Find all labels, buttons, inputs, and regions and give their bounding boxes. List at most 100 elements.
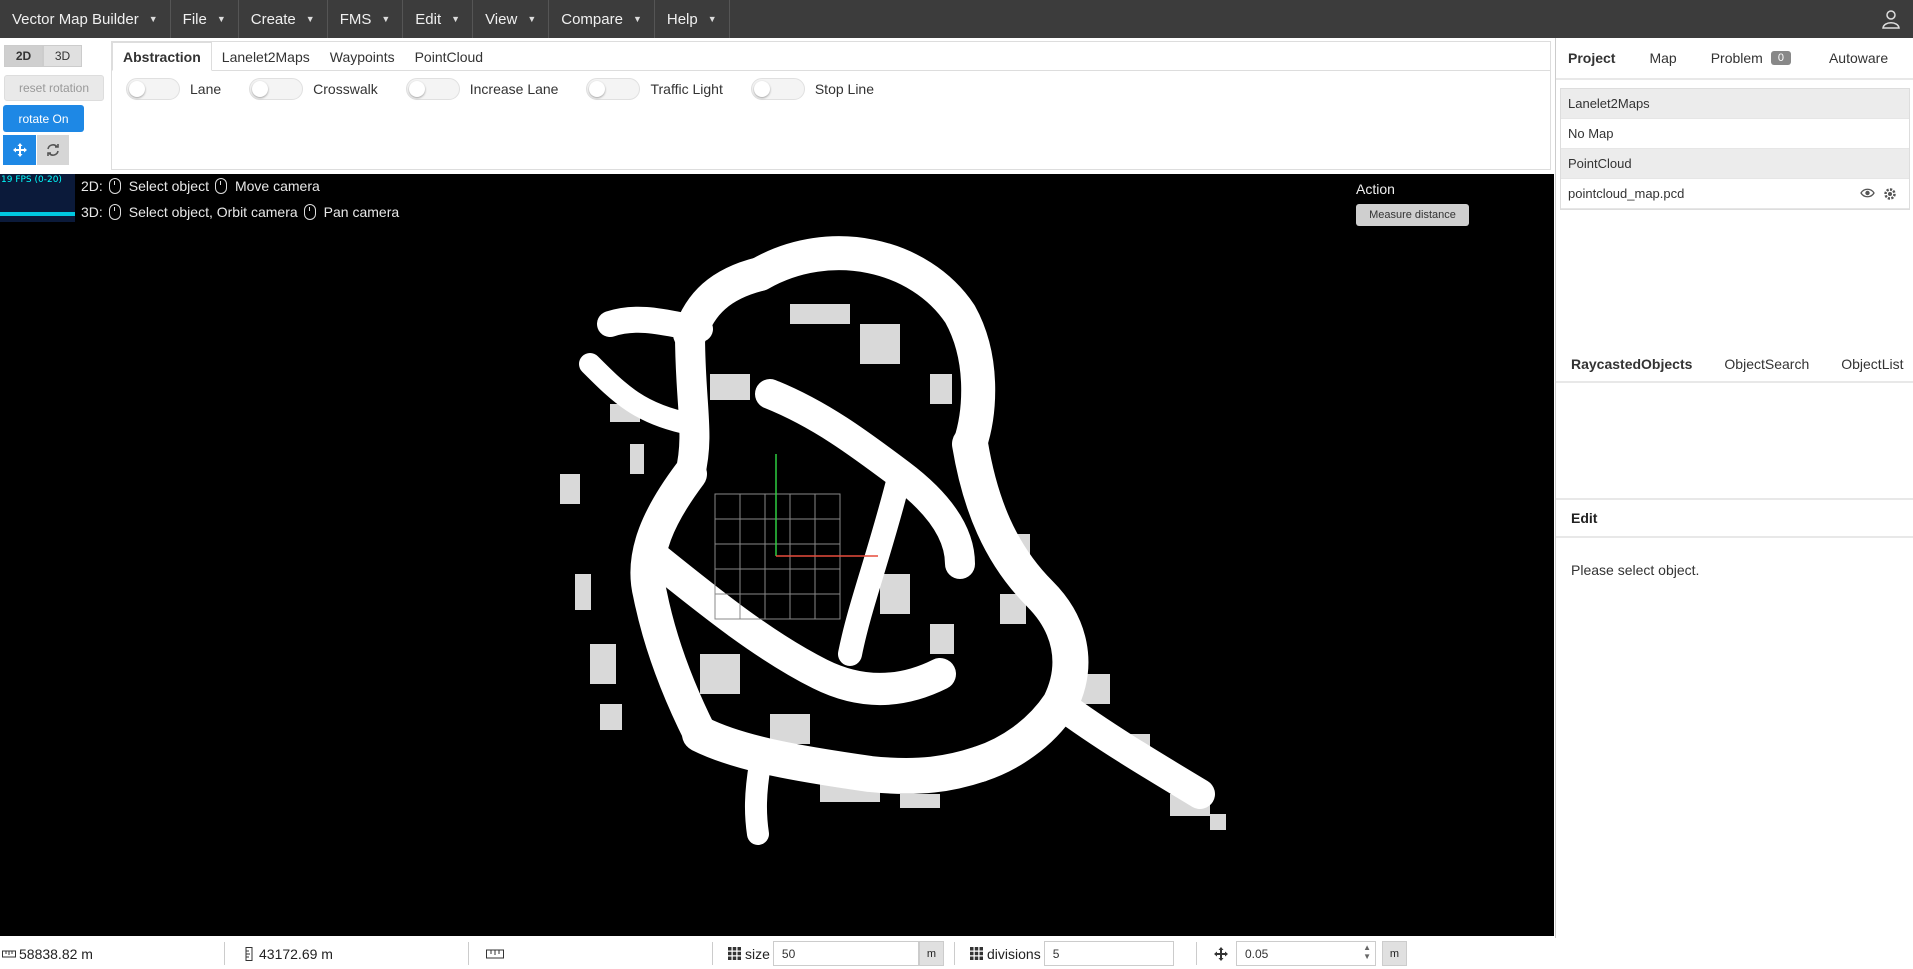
step-unit: m — [1382, 941, 1407, 966]
reset-rotation-button[interactable]: reset rotation — [4, 75, 104, 101]
menu-view[interactable]: View ▼ — [473, 0, 550, 38]
hint-3d-prefix: 3D: — [81, 204, 103, 220]
tab-problem[interactable]: Problem 0 — [1699, 50, 1803, 66]
divisions-label: divisions — [987, 945, 1041, 962]
toggle-increase-lane: Increase Lane — [405, 78, 559, 100]
hint-3d: 3D: Select object, Orbit camera Pan came… — [81, 204, 399, 220]
tab-project[interactable]: Project — [1556, 50, 1627, 66]
menu-bar: Vector Map Builder ▼ File ▼ Create ▼ FMS ▼ E… — [0, 0, 1913, 38]
right-click-icon — [214, 178, 227, 194]
user-icon[interactable] — [1881, 9, 1901, 29]
hint-2d: 2D: Select object Move camera — [81, 178, 320, 194]
grid-icon — [970, 947, 983, 960]
increase-lane-switch[interactable] — [405, 78, 460, 100]
view-3d-button[interactable]: 3D — [43, 45, 82, 67]
toggle-traffic-light: Traffic Light — [586, 78, 723, 100]
layer-toggles: Lane Crosswalk Increase Lane Traffic Lig… — [112, 71, 1550, 107]
caret-down-icon: ▼ — [707, 14, 717, 24]
create-tabs: Abstraction Lanelet2Maps Waypoints Point… — [112, 42, 1550, 71]
sync-icon — [47, 144, 59, 156]
pointcloud-map — [560, 236, 1226, 845]
hint-2d-move: Move camera — [234, 178, 320, 194]
edit-placeholder-message: Please select object. — [1571, 562, 1700, 578]
menu-edit[interactable]: Edit ▼ — [403, 0, 474, 38]
grid-icon — [728, 947, 741, 960]
caret-down-icon: ▼ — [305, 14, 315, 24]
eye-icon[interactable] — [1860, 187, 1875, 199]
divider — [468, 942, 469, 965]
menu-compare[interactable]: Compare ▼ — [549, 0, 655, 38]
spinner-icon[interactable]: ▲ ▼ — [1363, 943, 1371, 961]
menu-help[interactable]: Help ▼ — [655, 0, 730, 38]
menu-file[interactable]: File ▼ — [171, 0, 239, 38]
move-icon — [12, 143, 27, 157]
lanelet-value: No Map — [1561, 119, 1909, 149]
size-label: size — [745, 945, 770, 962]
tab-abstraction[interactable]: Abstraction — [112, 42, 212, 71]
project-map-list: Lanelet2Maps No Map PointCloud pointclou… — [1560, 88, 1910, 210]
caret-down-icon: ▼ — [527, 14, 537, 24]
lane-switch[interactable] — [126, 78, 180, 100]
right-click-icon — [303, 204, 316, 220]
increase-lane-label: Increase Lane — [469, 81, 559, 97]
size-input[interactable]: 50 — [772, 941, 919, 966]
gear-icon[interactable] — [1883, 187, 1897, 201]
crosswalk-switch[interactable] — [249, 78, 304, 100]
crosswalk-label: Crosswalk — [313, 81, 378, 97]
caret-down-icon: ▼ — [216, 14, 226, 24]
tab-autoware[interactable]: Autoware — [1817, 50, 1900, 66]
tab-object-search[interactable]: ObjectSearch — [1712, 356, 1821, 372]
width-readout: 58838.82 m — [2, 938, 93, 969]
edit-section-title: Edit — [1556, 498, 1913, 538]
left-click-icon — [108, 204, 121, 220]
menu-fms-label: FMS — [339, 10, 372, 28]
divider — [224, 942, 225, 965]
menu-create[interactable]: Create ▼ — [239, 0, 328, 38]
object-tabs: RaycastedObjects ObjectSearch ObjectList — [1556, 347, 1913, 383]
menu-app[interactable]: Vector Map Builder ▼ — [0, 0, 171, 38]
hint-2d-select: Select object — [128, 178, 209, 194]
map-viewport[interactable]: 19 FPS (0-20) 2D: Select object Move cam… — [0, 174, 1554, 936]
menu-fms[interactable]: FMS ▼ — [328, 0, 404, 38]
toggle-lane: Lane — [126, 78, 221, 100]
stop-line-switch[interactable] — [750, 78, 805, 100]
divisions-input[interactable]: 5 — [1043, 941, 1174, 966]
lanelet-header: Lanelet2Maps — [1561, 89, 1909, 119]
tab-waypoints[interactable]: Waypoints — [320, 42, 405, 71]
right-panel: Project Map Problem 0 Autoware Lanelet2Ma… — [1555, 38, 1913, 938]
toggle-crosswalk: Crosswalk — [249, 78, 378, 100]
create-panel: Abstraction Lanelet2Maps Waypoints Point… — [111, 41, 1551, 170]
toggle-stop-line: Stop Line — [750, 78, 874, 100]
rotate-button[interactable]: rotate On — [3, 105, 84, 132]
step-input[interactable]: 0.05 ▲ ▼ — [1236, 941, 1376, 966]
width-value: 58838.82 m — [19, 945, 93, 962]
move-tool-button[interactable] — [3, 135, 36, 165]
view-mode-toggle: 2D 3D — [4, 45, 82, 67]
ruler-icon — [486, 949, 504, 958]
menu-help-label: Help — [666, 10, 698, 28]
hint-2d-prefix: 2D: — [81, 178, 103, 194]
tab-map[interactable]: Map — [1637, 50, 1688, 66]
hint-3d-pan: Pan camera — [323, 204, 400, 220]
grid-size-control: size 50 m — [728, 938, 944, 969]
pointcloud-file-row[interactable]: pointcloud_map.pcd — [1561, 179, 1909, 209]
measure-distance-button[interactable]: Measure distance — [1356, 204, 1469, 226]
view-2d-button[interactable]: 2D — [4, 45, 43, 67]
tab-pointcloud[interactable]: PointCloud — [405, 42, 494, 71]
tab-object-list[interactable]: ObjectList — [1829, 356, 1913, 372]
menu-app-label: Vector Map Builder — [12, 10, 139, 28]
status-bar: 58838.82 m 43172.69 m size 50 m division… — [0, 938, 1913, 969]
caret-down-icon: ▼ — [632, 14, 642, 24]
problem-count-badge: 0 — [1770, 51, 1791, 65]
tab-lanelet2maps[interactable]: Lanelet2Maps — [212, 42, 320, 71]
traffic-light-switch[interactable] — [586, 78, 641, 100]
measure-tool[interactable] — [486, 938, 504, 969]
divider — [954, 942, 955, 965]
fps-label: 19 FPS (0-20) — [1, 175, 62, 185]
left-toolbar: 2D 3D reset rotation rotate On — [0, 38, 110, 174]
traffic-light-label: Traffic Light — [650, 81, 723, 97]
sync-tool-button[interactable] — [37, 135, 69, 165]
tab-raycasted-objects[interactable]: RaycastedObjects — [1556, 356, 1704, 372]
ruler-horizontal-icon — [2, 950, 16, 957]
pointcloud-file-name: pointcloud_map.pcd — [1568, 186, 1685, 201]
